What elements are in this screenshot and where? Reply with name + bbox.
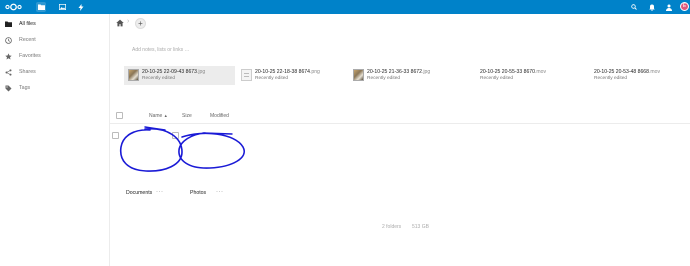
sidebar-item-label: All files — [19, 21, 36, 27]
sidebar-item-tags[interactable]: Tags — [0, 80, 110, 96]
breadcrumb-separator: › — [127, 18, 130, 25]
recent-file[interactable]: 20-10-25 22-09-43 8673.jpg Recently edit… — [124, 66, 235, 85]
sidebar-item-label: Shares — [19, 69, 36, 75]
sidebar-item-label: Tags — [19, 85, 31, 91]
star-icon — [4, 52, 12, 60]
recent-file[interactable]: 20-10-25 21-36-33 8672.jpg Recently edit… — [349, 66, 449, 85]
recent-file-name: 20-10-25 21-36-33 8672.jpg — [367, 69, 431, 75]
recent-file-status: Recently edited — [142, 76, 176, 81]
sidebar: All files Recent Favorites Shares Tags — [0, 14, 110, 266]
clock-icon — [4, 36, 12, 44]
folder-icon[interactable] — [122, 142, 170, 182]
more-actions-button[interactable]: ··· — [216, 189, 224, 195]
sidebar-item-label: Favorites — [19, 53, 41, 59]
add-button[interactable]: + — [135, 18, 146, 29]
file-thumbnail — [241, 69, 252, 81]
notifications-icon[interactable] — [647, 2, 657, 12]
avatar[interactable]: E — [680, 2, 689, 11]
activity-app-icon[interactable] — [76, 2, 86, 12]
folder-count: 2 folders — [382, 224, 402, 230]
home-icon[interactable] — [116, 19, 124, 27]
column-name[interactable]: Name ▲ — [149, 113, 168, 119]
main-content: › + Add notes, lists or links … 20-10-25… — [110, 14, 690, 266]
recent-file-name: 20-10-25 20-55-33 8670.mov — [480, 69, 546, 75]
folder-icon — [4, 20, 12, 28]
folder-checkbox[interactable] — [172, 132, 179, 139]
folder-icon[interactable] — [182, 142, 230, 182]
sidebar-item-all-files[interactable]: All files — [0, 16, 110, 32]
tag-icon — [4, 84, 12, 92]
recent-file-name: 20-10-25 20-53-48 8668.mov — [594, 69, 660, 75]
gallery-app-icon[interactable] — [57, 2, 67, 12]
recent-file[interactable]: 20-10-25 20-53-48 8668.mov Recently edit… — [576, 66, 676, 85]
rich-workspace-placeholder[interactable]: Add notes, lists or links … — [132, 47, 190, 53]
file-thumbnail — [353, 69, 364, 81]
top-bar: E — [0, 0, 690, 14]
select-all-checkbox[interactable] — [116, 112, 123, 119]
more-actions-button[interactable]: ··· — [156, 189, 164, 195]
recent-file-status: Recently edited — [480, 76, 514, 81]
sidebar-item-shares[interactable]: Shares — [0, 64, 110, 80]
folder-name[interactable]: Documents — [126, 190, 152, 196]
sidebar-item-recent[interactable]: Recent — [0, 32, 110, 48]
recent-file[interactable]: 20-10-25 20-55-33 8670.mov Recently edit… — [462, 66, 562, 85]
file-thumbnail — [128, 69, 139, 81]
folder-checkbox[interactable] — [112, 132, 119, 139]
search-icon[interactable] — [629, 2, 639, 12]
recent-file-name: 20-10-25 22-18-38 8674.png — [255, 69, 320, 75]
files-app-icon[interactable] — [36, 2, 46, 12]
recent-file-status: Recently edited — [367, 76, 401, 81]
total-size: 513 GB — [412, 224, 429, 230]
share-icon — [4, 68, 12, 76]
file-list-header: Name ▲ Size Modified — [110, 108, 690, 124]
recent-file-status: Recently edited — [255, 76, 289, 81]
sidebar-item-label: Recent — [19, 37, 36, 43]
contacts-icon[interactable] — [664, 2, 674, 12]
column-modified[interactable]: Modified — [210, 113, 229, 119]
recent-file[interactable]: 20-10-25 22-18-38 8674.png Recently edit… — [237, 66, 337, 85]
recent-file-name: 20-10-25 22-09-43 8673.jpg — [142, 69, 206, 75]
nextcloud-logo[interactable] — [4, 2, 23, 12]
folder-name[interactable]: Photos — [190, 190, 206, 196]
recent-file-status: Recently edited — [594, 76, 628, 81]
sidebar-item-favorites[interactable]: Favorites — [0, 48, 110, 64]
column-size[interactable]: Size — [182, 113, 192, 119]
